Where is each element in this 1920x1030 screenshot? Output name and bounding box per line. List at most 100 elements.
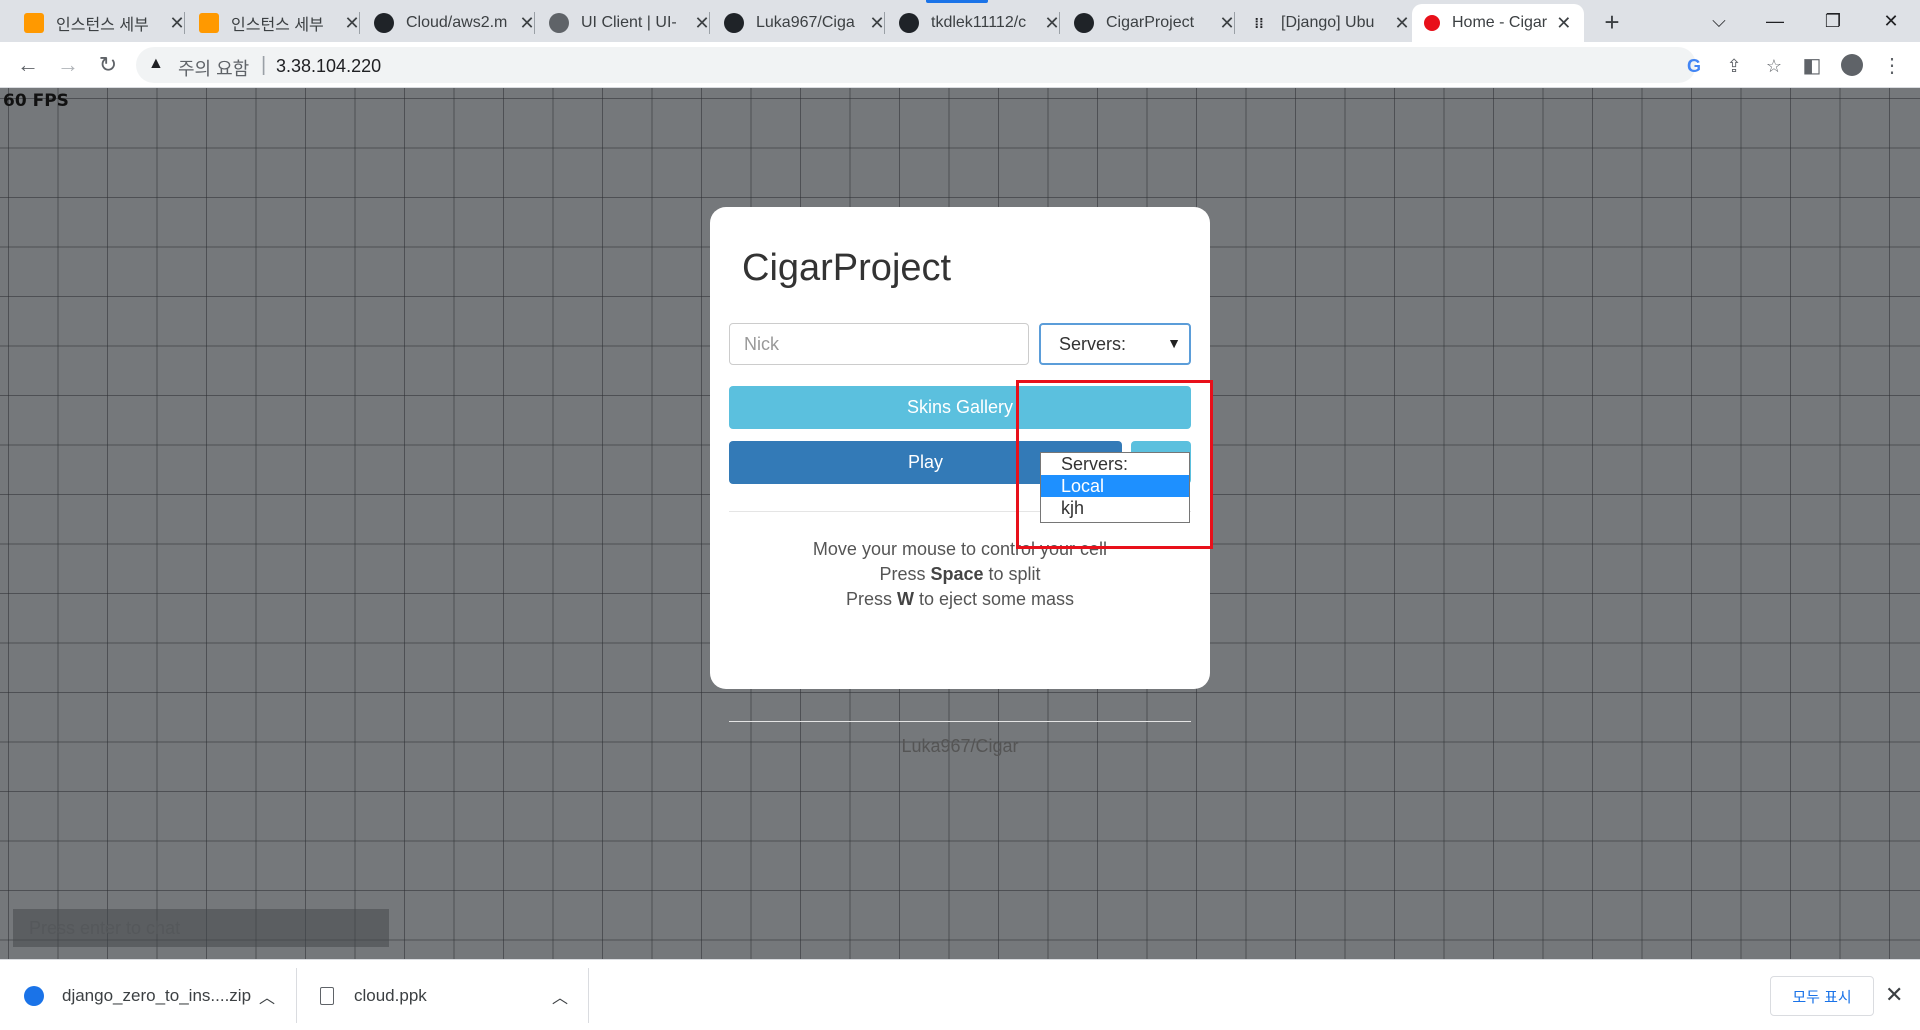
tab-home-cigar[interactable]: Home - Cigar ✕ (1412, 4, 1584, 42)
side-panel-button[interactable]: ◧ (1796, 49, 1828, 81)
dots-icon: ⁞⁞ (1254, 15, 1264, 31)
close-icon: ✕ (1883, 10, 1899, 31)
footer-credit: Luka967/Cigar (901, 736, 1019, 756)
instruction-text: to eject some mass (913, 589, 1075, 609)
reload-button[interactable]: ↻ (92, 49, 124, 81)
download-item[interactable]: cloud.ppk (320, 960, 427, 1030)
instruction-key: Space (930, 564, 984, 584)
dialog-title: CigarProject (742, 247, 952, 289)
profile-button[interactable] (1836, 49, 1868, 81)
tab-search-button[interactable]: ⌵ (1690, 0, 1748, 42)
side-panel-icon: ◧ (1802, 54, 1822, 77)
browser-toolbar: ← → ↻ ▲ 주의 요함 | 3.38.104.220 G ⇪ ☆ ◧ ⋮ (0, 42, 1920, 88)
aws-icon (199, 13, 219, 33)
tab-luka967-cigar[interactable]: Luka967/Ciga ✕ (712, 4, 898, 42)
chat-box[interactable] (13, 909, 389, 947)
server-select-value: Servers: (1059, 333, 1127, 354)
arrow-left-icon: ← (17, 52, 39, 77)
red-circle-icon (1424, 15, 1440, 31)
instruction-key: W (896, 589, 914, 609)
tab-divider (709, 12, 710, 34)
menu-button[interactable]: ⋮ (1876, 49, 1908, 81)
tab-loading-indicator (926, 0, 988, 3)
tab-title: Cloud/aws2.m (406, 14, 508, 31)
zip-file-icon (24, 985, 44, 1006)
minimize-icon: — (1766, 10, 1784, 31)
instruction-line-3: Press W to eject some mass (729, 587, 1191, 612)
globe-icon (549, 13, 569, 33)
github-icon (374, 13, 394, 33)
tab-cigarproject[interactable]: CigarProject ✕ (1062, 4, 1248, 42)
tab-divider (1059, 12, 1060, 34)
tab-title: Luka967/Ciga (756, 14, 855, 31)
tab-ui-client[interactable]: UI Client | UI- ✕ (537, 4, 723, 42)
tab-tkdlek11112[interactable]: tkdlek11112/c ✕ (887, 4, 1073, 42)
close-icon[interactable]: ✕ (1393, 13, 1411, 34)
share-icon[interactable]: ⇪ (1722, 54, 1746, 78)
google-lens-icon[interactable]: G (1682, 54, 1706, 78)
download-filename: cloud.ppk (354, 985, 427, 1005)
chevron-up-icon[interactable]: ︿ (259, 984, 275, 1008)
tab-title: [Django] Ubu (1281, 14, 1375, 31)
forward-button[interactable]: → (52, 49, 84, 81)
show-all-button[interactable]: 모두 표시 (1770, 976, 1874, 1016)
file-icon (320, 986, 334, 1005)
chevron-down-icon: ▼ (1167, 335, 1181, 351)
github-icon (899, 13, 919, 33)
chevron-up-icon[interactable]: ︿ (552, 984, 568, 1008)
url-text[interactable]: 3.38.104.220 (276, 56, 381, 77)
new-tab-button[interactable]: + (1596, 6, 1628, 38)
reload-icon: ↻ (98, 52, 118, 77)
warning-icon[interactable]: ▲ (148, 55, 164, 73)
download-item[interactable]: django_zero_to_ins....zip (24, 960, 251, 1030)
instruction-text: to split (983, 564, 1041, 584)
tab-title: 인스턴스 세부 (56, 17, 149, 34)
tab-title: CigarProject (1106, 14, 1195, 31)
tab-instance-details-2[interactable]: 인스턴스 세부 ✕ (187, 4, 373, 42)
restore-button[interactable]: ❐ (1804, 0, 1862, 42)
fps-counter: 60 FPS (3, 91, 69, 111)
instruction-line-2: Press Space to split (729, 562, 1191, 587)
tab-divider (534, 12, 535, 34)
tab-title: tkdlek11112/c (931, 14, 1027, 31)
github-icon (724, 13, 744, 33)
minimize-button[interactable]: — (1746, 0, 1804, 42)
chat-input[interactable] (13, 909, 389, 947)
kebab-menu-icon: ⋮ (1882, 54, 1902, 77)
instruction-text: Press (879, 564, 931, 584)
github-icon (1074, 13, 1094, 33)
address-bar[interactable]: ▲ 주의 요함 | 3.38.104.220 G ⇪ ☆ (136, 47, 1782, 83)
address-divider: | (261, 54, 267, 76)
close-icon[interactable]: ✕ (1885, 982, 1903, 1008)
tab-strip: 인스턴스 세부 ✕ 인스턴스 세부 ✕ Cloud/aws2.m ✕ UI Cl… (0, 0, 1920, 42)
server-select[interactable]: Servers: ▼ (1039, 323, 1191, 365)
tab-cloud-aws2[interactable]: Cloud/aws2.m ✕ (362, 4, 548, 42)
tab-divider (884, 12, 885, 34)
instruction-text: Press (845, 589, 897, 609)
tab-divider (184, 12, 185, 34)
window-close-button[interactable]: ✕ (1862, 0, 1920, 42)
highlight-box (1016, 380, 1213, 549)
tab-title: Home - Cigar (1452, 14, 1548, 31)
nick-input[interactable] (729, 323, 1029, 365)
download-divider (296, 968, 297, 1023)
security-label[interactable]: 주의 요함 (178, 55, 249, 81)
download-bar: django_zero_to_ins....zip ︿ cloud.ppk ︿ … (0, 959, 1920, 1030)
back-button[interactable]: ← (12, 49, 44, 81)
chevron-down-icon: ⌵ (1712, 10, 1726, 31)
download-divider (588, 968, 589, 1023)
restore-icon: ❐ (1824, 10, 1842, 31)
download-filename: django_zero_to_ins....zip (62, 985, 252, 1005)
avatar-icon (1841, 54, 1863, 76)
tab-instance-details-1[interactable]: 인스턴스 세부 ✕ (12, 4, 198, 42)
tab-divider (1234, 12, 1235, 34)
tab-django-ubuntu[interactable]: ⁞⁞ [Django] Ubu ✕ (1237, 4, 1423, 42)
close-icon[interactable]: ✕ (1555, 13, 1572, 34)
tab-divider (359, 12, 360, 34)
bookmark-star-icon[interactable]: ☆ (1762, 54, 1786, 78)
arrow-right-icon: → (57, 52, 79, 77)
tab-title: UI Client | UI- (581, 14, 677, 31)
tab-title: 인스턴스 세부 (231, 17, 324, 34)
divider (729, 721, 1191, 722)
aws-icon (24, 13, 44, 33)
